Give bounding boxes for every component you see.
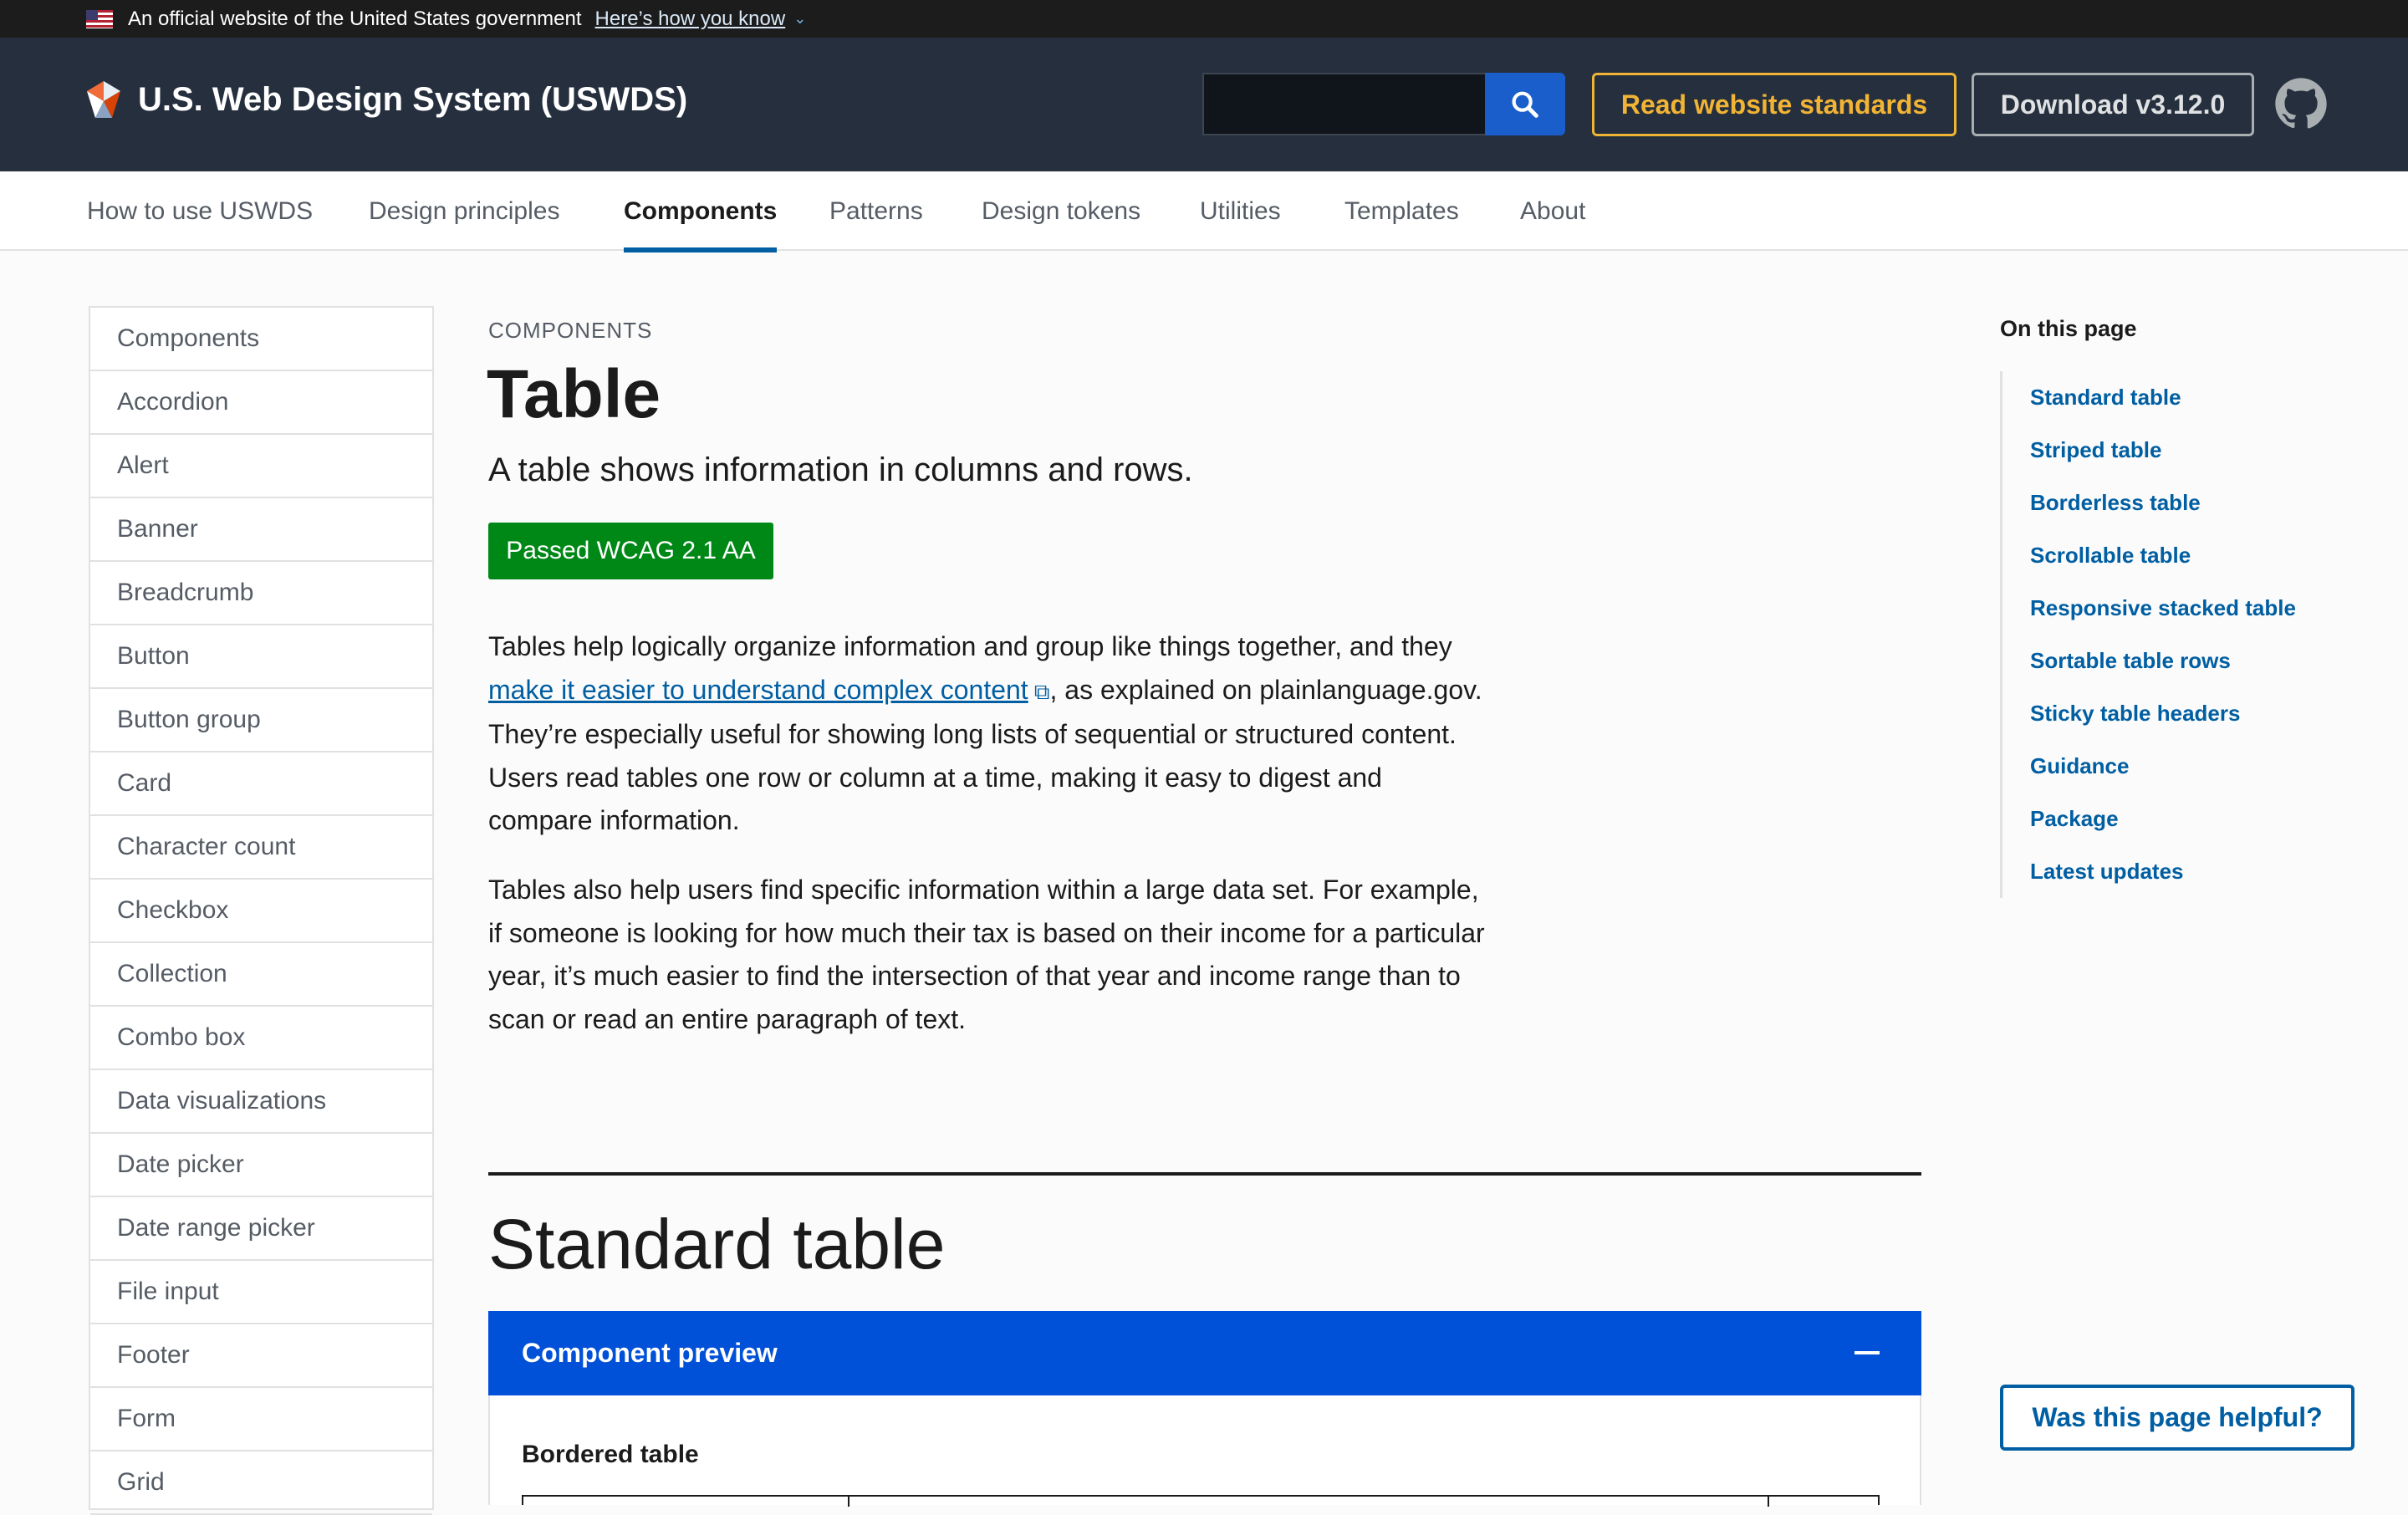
us-flag-icon: [86, 9, 113, 28]
otp-link-sticky-headers[interactable]: Sticky table headers: [2030, 701, 2240, 727]
sidebar-item-grid[interactable]: Grid: [90, 1451, 432, 1515]
site-title[interactable]: U.S. Web Design System (USWDS): [138, 79, 687, 120]
read-website-standards-button[interactable]: Read website standards: [1592, 73, 1956, 136]
otp-link-scrollable-table[interactable]: Scrollable table: [2030, 543, 2191, 569]
otp-link-sortable-rows[interactable]: Sortable table rows: [2030, 648, 2231, 674]
gov-banner: An official website of the United States…: [0, 0, 2408, 38]
otp-link-responsive-stacked[interactable]: Responsive stacked table: [2030, 595, 2296, 621]
sidebar-item-date-range-picker[interactable]: Date range picker: [90, 1197, 432, 1261]
nav-templates[interactable]: Templates: [1344, 171, 1459, 251]
nav-design-tokens[interactable]: Design tokens: [982, 171, 1140, 251]
nav-design-principles[interactable]: Design principles: [369, 171, 559, 251]
search-button[interactable]: [1485, 73, 1565, 135]
intro-paragraph: Tables help logically organize informati…: [488, 625, 1492, 843]
otp-link-package[interactable]: Package: [2030, 806, 2119, 832]
otp-link-standard-table[interactable]: Standard table: [2030, 385, 2181, 411]
nav-patterns[interactable]: Patterns: [829, 171, 923, 251]
gov-banner-text: An official website of the United States…: [128, 7, 582, 30]
external-link-icon: ⧉: [1028, 678, 1050, 704]
intro-text-start: Tables help logically organize informati…: [488, 631, 1452, 661]
sidebar-item-button-group[interactable]: Button group: [90, 689, 432, 752]
site-header: U.S. Web Design System (USWDS) Read webs…: [0, 38, 2408, 171]
second-paragraph: Tables also help users find specific inf…: [488, 875, 1485, 1034]
nav-how-to-use[interactable]: How to use USWDS: [87, 171, 313, 251]
github-icon[interactable]: [2274, 77, 2328, 130]
sidebar-item-breadcrumb[interactable]: Breadcrumb: [90, 562, 432, 625]
page-title: Table: [487, 356, 661, 432]
section-divider: [488, 1172, 1921, 1176]
search-icon: [1512, 91, 1538, 118]
component-preview-label: Component preview: [522, 1338, 778, 1368]
sidebar-item-data-visualizations[interactable]: Data visualizations: [90, 1070, 432, 1134]
breadcrumb-eyebrow: COMPONENTS: [488, 318, 653, 343]
wcag-status-badge: Passed WCAG 2.1 AA: [488, 523, 773, 579]
nav-utilities[interactable]: Utilities: [1200, 171, 1281, 251]
sidebar-nav: Components Accordion Alert Banner Breadc…: [89, 306, 434, 1515]
sidebar-item-card[interactable]: Card: [90, 752, 432, 816]
heres-how-you-know-link[interactable]: Here’s how you know: [595, 8, 786, 31]
table-column-divider: [1768, 1497, 1769, 1507]
lead-text: A table shows information in columns and…: [488, 451, 1193, 488]
sidebar-item-banner[interactable]: Banner: [90, 498, 432, 562]
sidebar-item-collection[interactable]: Collection: [90, 943, 432, 1007]
primary-nav: How to use USWDS Design principles Compo…: [0, 171, 2408, 252]
uswds-logo-icon[interactable]: [84, 79, 124, 120]
was-this-helpful-button[interactable]: Was this page helpful?: [2000, 1385, 2354, 1451]
on-this-page-list: Standard table Striped table Borderless …: [2000, 371, 2334, 898]
sidebar-item-components[interactable]: Components: [90, 308, 432, 371]
sidebar-item-date-picker[interactable]: Date picker: [90, 1134, 432, 1197]
sidebar-item-checkbox[interactable]: Checkbox: [90, 880, 432, 943]
sidebar-item-footer[interactable]: Footer: [90, 1324, 432, 1388]
otp-link-latest-updates[interactable]: Latest updates: [2030, 859, 2184, 885]
table-column-divider: [848, 1497, 849, 1507]
bordered-table-label: Bordered table: [522, 1441, 699, 1468]
component-preview-body: [488, 1395, 1921, 1505]
sidebar-item-button[interactable]: Button: [90, 625, 432, 689]
download-button[interactable]: Download v3.12.0: [1972, 73, 2254, 136]
otp-link-borderless-table[interactable]: Borderless table: [2030, 490, 2201, 516]
sidebar-item-alert[interactable]: Alert: [90, 435, 432, 498]
sidebar-item-combo-box[interactable]: Combo box: [90, 1007, 432, 1070]
bordered-table: [522, 1495, 1880, 1507]
sidebar-item-file-input[interactable]: File input: [90, 1261, 432, 1324]
otp-link-striped-table[interactable]: Striped table: [2030, 437, 2161, 463]
otp-link-guidance[interactable]: Guidance: [2030, 753, 2129, 779]
complex-content-link[interactable]: make it easier to understand complex con…: [488, 675, 1028, 705]
section-title-standard-table: Standard table: [488, 1205, 946, 1283]
search-input[interactable]: [1202, 73, 1485, 135]
nav-about[interactable]: About: [1520, 171, 1585, 251]
nav-components[interactable]: Components: [624, 171, 778, 252]
sidebar-item-character-count[interactable]: Character count: [90, 816, 432, 880]
collapse-icon[interactable]: [1854, 1351, 1880, 1354]
chevron-down-icon[interactable]: ⌄: [793, 10, 806, 28]
on-this-page-title: On this page: [2000, 316, 2137, 341]
sidebar-item-accordion[interactable]: Accordion: [90, 371, 432, 435]
sidebar-item-form[interactable]: Form: [90, 1388, 432, 1451]
component-preview-accordion[interactable]: Component preview: [488, 1311, 1921, 1395]
